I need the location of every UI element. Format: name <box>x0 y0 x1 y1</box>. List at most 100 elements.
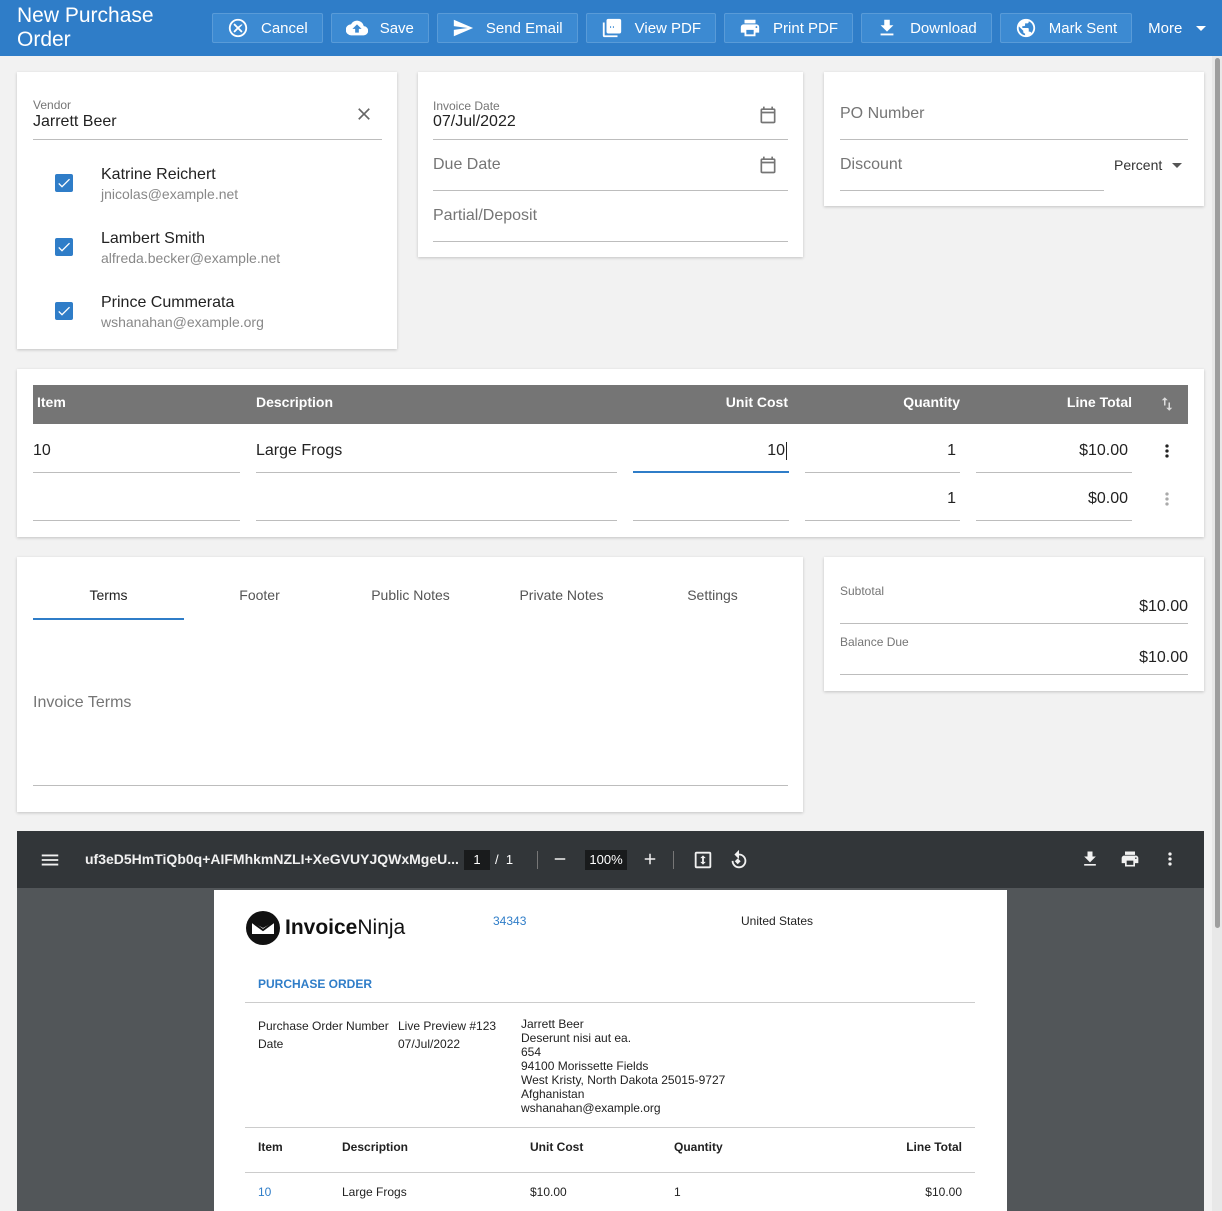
pdf-quantity-value: 1 <box>674 1185 681 1199</box>
logo-text-light: Ninja <box>357 916 406 939</box>
tab-settings[interactable]: Settings <box>637 587 788 603</box>
printer-icon <box>740 19 760 37</box>
quantity-cell[interactable]: 1 <box>805 425 960 473</box>
column-header-description: Description <box>256 394 334 410</box>
contact-email: wshanahan@example.org <box>101 314 264 330</box>
download-icon[interactable] <box>1080 849 1100 869</box>
contact-checkbox[interactable] <box>55 174 73 192</box>
clear-icon[interactable] <box>354 104 374 124</box>
top-app-bar: New Purchase Order Cancel Save Send Emai… <box>0 0 1222 56</box>
fit-page-icon[interactable] <box>692 849 714 871</box>
sort-icon[interactable] <box>1158 395 1176 413</box>
zoom-out-icon[interactable] <box>551 850 569 868</box>
po-number-placeholder: PO Number <box>840 105 925 122</box>
contact-item[interactable]: Prince Cummerata wshanahan@example.org <box>17 290 397 340</box>
more-menu-label: More <box>1148 19 1183 37</box>
invoice-terms-field[interactable]: Invoice Terms <box>33 687 788 786</box>
contact-checkbox[interactable] <box>55 238 73 256</box>
column-header-unit-cost: Unit Cost <box>725 394 788 410</box>
page-total-value: 1 <box>505 852 514 867</box>
more-menu-button[interactable]: More <box>1148 19 1207 37</box>
more-vert-icon[interactable] <box>1160 849 1180 869</box>
date-label: Date <box>258 1037 284 1051</box>
zoom-in-icon[interactable] <box>641 850 659 868</box>
pdf-icon <box>602 18 621 38</box>
company-country: United States <box>741 914 814 928</box>
notes-card: Terms Footer Public Notes Private Notes … <box>17 557 803 812</box>
rotate-icon[interactable] <box>728 849 750 871</box>
subtotal-label: Subtotal <box>840 584 885 598</box>
subtotal-value: $10.00 <box>1139 598 1188 615</box>
quantity-cell[interactable]: 1 <box>805 473 960 521</box>
tab-footer[interactable]: Footer <box>184 587 335 603</box>
cancel-button[interactable]: Cancel <box>212 13 323 43</box>
unit-cost-cell[interactable] <box>633 473 789 521</box>
company-id: 34343 <box>493 914 527 928</box>
invoice-terms-placeholder: Invoice Terms <box>33 694 132 711</box>
vendor-address-line: Afghanistan <box>521 1087 585 1101</box>
po-number-label: Purchase Order Number <box>258 1019 389 1033</box>
row-menu-icon[interactable] <box>1157 489 1177 509</box>
invoice-date-field[interactable]: Invoice Date 07/Jul/2022 <box>433 98 788 140</box>
send-email-button[interactable]: Send Email <box>436 13 578 43</box>
save-button[interactable]: Save <box>330 13 429 43</box>
vendor-field-label: Vendor <box>33 98 72 112</box>
description-cell[interactable] <box>256 473 617 521</box>
checkmark-icon <box>58 306 70 316</box>
contact-item[interactable]: Lambert Smith alfreda.becker@example.net <box>17 226 397 276</box>
due-date-field[interactable]: Due Date <box>433 149 788 191</box>
subtotal-field: Subtotal $10.00 <box>840 581 1188 624</box>
vendor-address-line: 654 <box>521 1045 542 1059</box>
checkmark-icon <box>58 178 70 188</box>
partial-deposit-field[interactable]: Partial/Deposit <box>433 200 788 242</box>
ninja-logo-icon <box>246 911 280 945</box>
print-pdf-button[interactable]: Print PDF <box>724 13 854 43</box>
menu-icon[interactable] <box>39 849 61 871</box>
vendor-field[interactable]: Vendor Jarrett Beer <box>33 98 382 140</box>
tab-terms[interactable]: Terms <box>33 587 184 603</box>
vendor-address: Jarrett Beer Deserunt nisi aut ea. 654 9… <box>521 1017 725 1115</box>
zoom-level-input[interactable]: 100% <box>585 850 627 870</box>
toolbar-divider <box>673 851 674 869</box>
column-header-item: Item <box>37 394 66 410</box>
po-card: PO Number Discount Percent <box>824 72 1204 206</box>
tab-public-notes[interactable]: Public Notes <box>335 587 486 603</box>
discount-type-select[interactable]: Percent <box>1114 157 1183 173</box>
column-header-quantity: Quantity <box>903 394 960 410</box>
cancel-button-label: Cancel <box>261 19 308 37</box>
contact-item[interactable]: Katrine Reichert jnicolas@example.net <box>17 162 397 212</box>
caret-down-icon <box>1196 25 1207 31</box>
mark-sent-button[interactable]: Mark Sent <box>999 13 1133 43</box>
page-title: New Purchase Order <box>17 4 154 51</box>
checkmark-icon <box>58 242 70 252</box>
unit-cost-cell[interactable]: 10 <box>633 425 789 473</box>
discount-field[interactable]: Discount <box>840 149 1104 191</box>
contact-checkbox[interactable] <box>55 302 73 320</box>
page-scrollbar[interactable] <box>1212 56 1222 1211</box>
section-divider <box>245 1002 975 1003</box>
pdf-header-unit-cost: Unit Cost <box>530 1140 584 1154</box>
po-number-value: Live Preview #123 <box>398 1019 497 1033</box>
download-button-label: Download <box>910 19 977 37</box>
tab-private-notes[interactable]: Private Notes <box>486 587 637 603</box>
quantity-value: 1 <box>947 490 956 507</box>
printer-icon[interactable] <box>1120 849 1140 869</box>
view-pdf-button[interactable]: View PDF <box>585 13 717 43</box>
pdf-header-description: Description <box>342 1140 409 1154</box>
line-total-value: $10.00 <box>1079 442 1128 459</box>
save-button-label: Save <box>379 19 414 37</box>
page-number-input[interactable]: 1 <box>464 850 490 870</box>
calendar-icon[interactable] <box>758 155 778 175</box>
line-total-value: $0.00 <box>1087 490 1128 507</box>
row-menu-icon[interactable] <box>1157 441 1177 461</box>
vendor-address-line: wshanahan@example.org <box>521 1101 661 1115</box>
scrollbar-thumb[interactable] <box>1215 58 1220 928</box>
view-pdf-button-label: View PDF <box>634 19 702 37</box>
balance-due-label: Balance Due <box>840 635 909 649</box>
calendar-icon[interactable] <box>758 105 778 125</box>
po-number-field[interactable]: PO Number <box>840 98 1188 140</box>
description-cell[interactable]: Large Frogs <box>256 425 617 473</box>
item-cell[interactable] <box>33 473 240 521</box>
download-button[interactable]: Download <box>861 13 992 43</box>
item-cell[interactable]: 10 <box>33 425 240 473</box>
